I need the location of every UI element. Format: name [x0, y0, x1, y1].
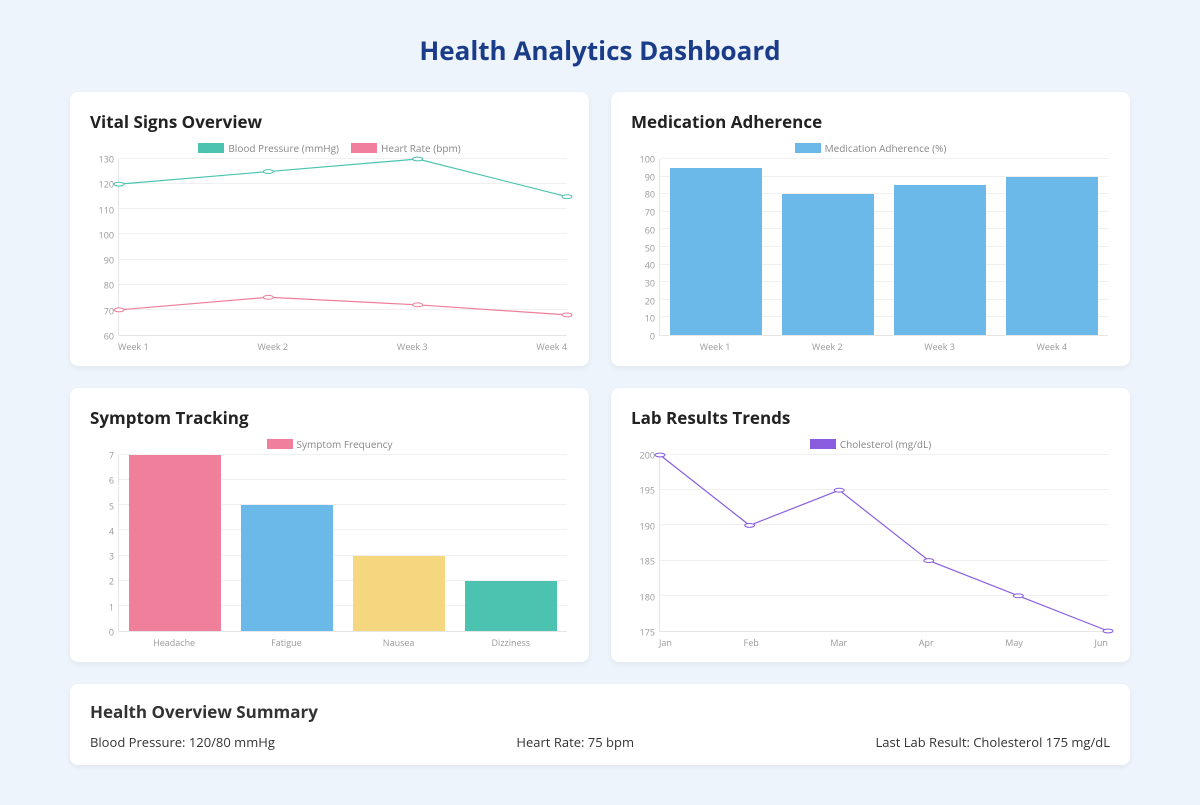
y-tick: 175: [640, 628, 655, 637]
card-vitals: Vital Signs Overview Blood Pressure (mmH…: [70, 92, 589, 366]
medication-legend: Medication Adherence (%): [631, 141, 1110, 155]
series-line: [119, 297, 567, 315]
symptoms-plot: 01234567HeadacheFatigueNauseaDizziness: [90, 455, 569, 650]
summary-title: Health Overview Summary: [90, 700, 1110, 723]
legend-label-med: Medication Adherence (%): [825, 141, 947, 155]
page-title: Health Analytics Dashboard: [70, 32, 1130, 68]
y-tick: 60: [645, 225, 655, 234]
bar: [670, 168, 762, 335]
y-tick: 190: [640, 521, 655, 530]
chart-grid: Vital Signs Overview Blood Pressure (mmH…: [70, 92, 1130, 662]
x-tick: Week 2: [257, 340, 288, 353]
legend-swatch-bp: [198, 143, 224, 153]
y-tick: 100: [640, 155, 655, 164]
legend-label-lab: Cholesterol (mg/dL): [840, 437, 931, 451]
card-symptoms: Symptom Tracking Symptom Frequency 0 1 2 3 4…: [70, 388, 589, 662]
legend-label-bp: Blood Pressure (mmHg): [228, 141, 339, 155]
labs-plot: 175180185190195200JanFebMarAprMayJun: [631, 455, 1110, 650]
x-tick: Week 2: [771, 340, 883, 353]
y-tick: 0: [109, 628, 114, 637]
bar: [465, 581, 557, 631]
y-tick: 70: [104, 306, 114, 315]
card-vitals-title: Vital Signs Overview: [90, 110, 569, 133]
bar: [1006, 177, 1098, 335]
y-tick: 130: [99, 155, 114, 164]
x-tick: Nausea: [343, 636, 455, 649]
y-tick: 70: [645, 208, 655, 217]
series-line: [119, 159, 567, 197]
x-tick: Week 3: [884, 340, 996, 353]
y-tick: 80: [104, 281, 114, 290]
x-tick: Week 3: [397, 340, 428, 353]
vitals-legend: Blood Pressure (mmHg) Heart Rate (bpm): [90, 141, 569, 155]
bar: [241, 505, 333, 631]
y-tick: 90: [104, 256, 114, 265]
y-tick: 7: [109, 451, 114, 460]
card-labs: Lab Results Trends Cholesterol (mg/dL) 1…: [611, 388, 1130, 662]
x-tick: Fatigue: [230, 636, 342, 649]
y-tick: 80: [645, 190, 655, 199]
summary-hr: Heart Rate: 75 bpm: [516, 733, 634, 751]
legend-swatch-sym: [267, 439, 293, 449]
legend-label-hr: Heart Rate (bpm): [381, 141, 461, 155]
x-tick: Feb: [744, 636, 759, 649]
y-tick: 40: [645, 261, 655, 270]
y-tick: 10: [645, 314, 655, 323]
y-tick: 4: [109, 526, 114, 535]
y-tick: 110: [99, 205, 114, 214]
medication-plot: 0102030405060708090100Week 1Week 2Week 3…: [631, 159, 1110, 354]
y-tick: 195: [640, 486, 655, 495]
y-tick: 180: [640, 592, 655, 601]
x-tick: May: [1005, 636, 1023, 649]
y-tick: 60: [104, 332, 114, 341]
x-tick: Week 1: [659, 340, 771, 353]
labs-legend: Cholesterol (mg/dL): [631, 437, 1110, 451]
bar: [129, 455, 221, 631]
bar: [353, 556, 445, 631]
x-tick: Mar: [830, 636, 847, 649]
y-tick: 1: [109, 602, 114, 611]
x-tick: Headache: [118, 636, 230, 649]
summary-bp: Blood Pressure: 120/80 mmHg: [90, 733, 275, 751]
y-tick: 3: [109, 552, 114, 561]
y-tick: 120: [99, 180, 114, 189]
card-labs-title: Lab Results Trends: [631, 406, 1110, 429]
card-medication-title: Medication Adherence: [631, 110, 1110, 133]
bar: [894, 185, 986, 335]
y-tick: 5: [109, 501, 114, 510]
legend-swatch-lab: [810, 439, 836, 449]
symptoms-legend: Symptom Frequency: [90, 437, 569, 451]
y-tick: 30: [645, 278, 655, 287]
x-tick: Jan: [659, 636, 672, 649]
bar: [782, 194, 874, 335]
x-tick: Week 4: [996, 340, 1108, 353]
x-tick: Week 1: [118, 340, 149, 353]
legend-swatch-med: [795, 143, 821, 153]
series-line: [660, 455, 1108, 631]
legend-swatch-hr: [351, 143, 377, 153]
summary-card: Health Overview Summary Blood Pressure: …: [70, 684, 1130, 765]
card-symptoms-title: Symptom Tracking: [90, 406, 569, 429]
y-tick: 185: [640, 557, 655, 566]
y-tick: 2: [109, 577, 114, 586]
y-tick: 200: [640, 451, 655, 460]
y-tick: 6: [109, 476, 114, 485]
y-tick: 100: [99, 230, 114, 239]
legend-label-sym: Symptom Frequency: [297, 437, 393, 451]
y-tick: 90: [645, 172, 655, 181]
y-tick: 50: [645, 243, 655, 252]
x-tick: Dizziness: [455, 636, 567, 649]
x-tick: Week 4: [536, 340, 567, 353]
card-medication: Medication Adherence Medication Adherenc…: [611, 92, 1130, 366]
vitals-plot: 60708090100110120130Week 1Week 2Week 3We…: [90, 159, 569, 354]
x-tick: Jun: [1094, 636, 1107, 649]
y-tick: 20: [645, 296, 655, 305]
y-tick: 0: [650, 332, 655, 341]
x-tick: Apr: [919, 636, 934, 649]
summary-lab: Last Lab Result: Cholesterol 175 mg/dL: [875, 733, 1110, 751]
